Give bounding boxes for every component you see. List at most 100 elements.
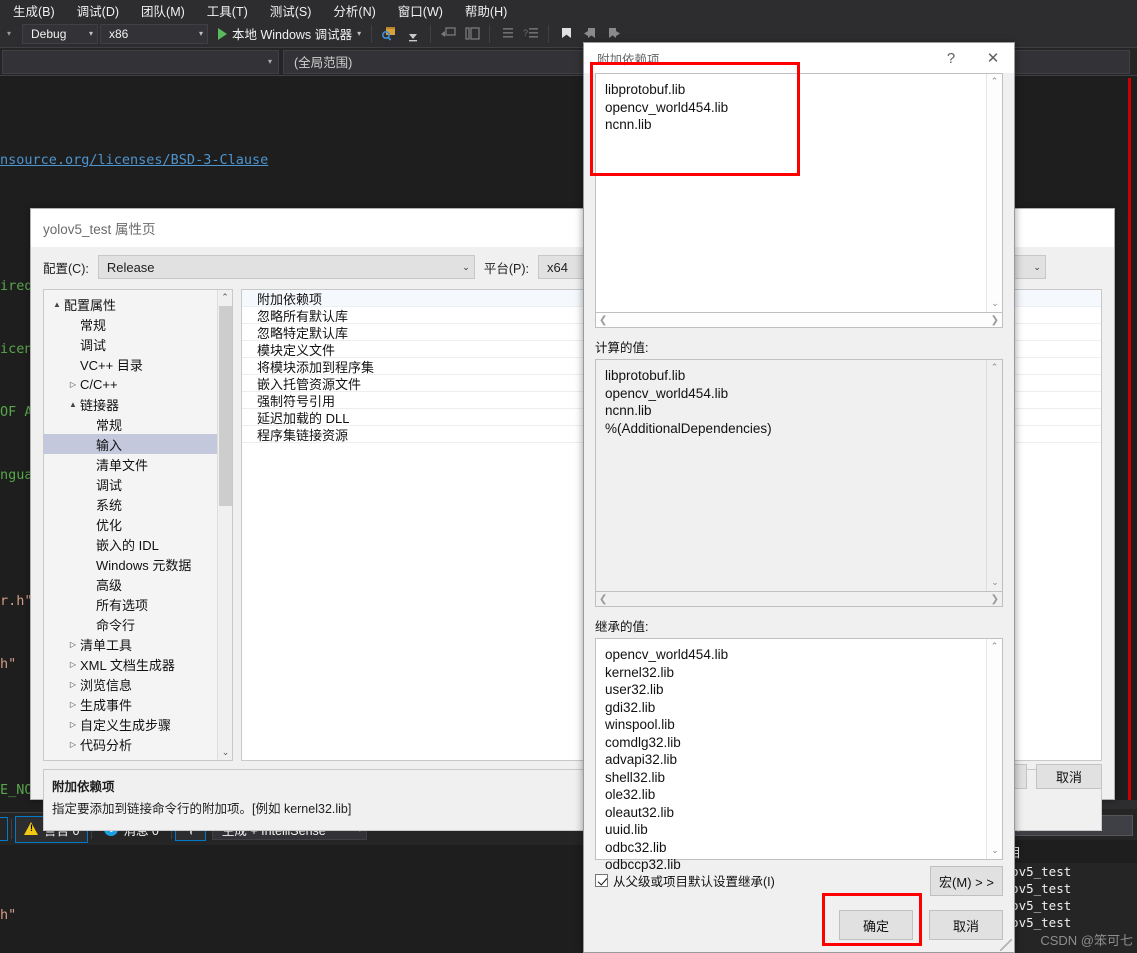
close-icon[interactable]: ✕ [972, 43, 1014, 73]
dialog-title: 附加依赖项 [597, 52, 660, 67]
toolbar-divider [548, 24, 550, 43]
menu-item-window[interactable]: 窗口(W) [387, 0, 454, 22]
chevron-right-icon[interactable]: ▷ [66, 740, 80, 749]
tree-item-label: 输入 [96, 437, 123, 453]
chevron-right-icon[interactable]: ▷ [66, 640, 80, 649]
resize-grip[interactable] [1000, 939, 1012, 951]
tree-item[interactable]: VC++ 目录 [44, 354, 232, 374]
dialog-title-bar[interactable]: 附加依赖项 ? ✕ [584, 43, 1014, 73]
menu-item-build[interactable]: 生成(B) [2, 0, 66, 22]
inherited-value-item: gdi32.lib [605, 699, 656, 715]
scroll-up-icon[interactable]: ⌃ [218, 290, 232, 305]
tree-item[interactable]: ▷ 生成事件 [44, 694, 232, 714]
tree-item[interactable]: ▷ 自定义生成步骤 [44, 714, 232, 734]
find-dropdown-icon[interactable] [402, 23, 424, 45]
bookmark-icon[interactable] [555, 23, 577, 45]
tree-item[interactable]: 高级 [44, 574, 232, 594]
warning-icon [24, 822, 39, 836]
scroll-down-icon[interactable]: ⌄ [987, 843, 1003, 859]
scroll-right-icon[interactable]: ❯ [991, 315, 999, 326]
configuration-combo[interactable]: Release ⌄ [97, 255, 475, 279]
tree-item[interactable]: Windows 元数据 [44, 554, 232, 574]
tree-scrollbar[interactable]: ⌃ ⌄ [217, 290, 232, 760]
tree-item[interactable]: 优化 [44, 514, 232, 534]
scroll-up-icon[interactable]: ⌃ [987, 74, 1002, 90]
edit-scrollbar[interactable]: ⌃ ⌄ [986, 74, 1002, 312]
tree-item[interactable]: ▷ XML 文档生成器 [44, 654, 232, 674]
navbar-type-combo[interactable]: ▾ [2, 49, 279, 74]
edit-horizontal-scrollbar[interactable]: ❮ ❯ [595, 313, 1003, 328]
tree-item-label: 常规 [80, 317, 107, 333]
step-into-icon [437, 23, 459, 45]
tree-item[interactable]: 清单文件 [44, 454, 232, 474]
tree-item-label: 清单文件 [96, 457, 149, 473]
inherited-value-item: opencv_world454.lib [605, 647, 729, 662]
chevron-right-icon[interactable]: ▷ [66, 720, 80, 729]
scroll-down-icon[interactable]: ⌄ [987, 296, 1003, 312]
solution-platform-combo[interactable]: x86 ▾ [100, 23, 208, 44]
scroll-left-icon[interactable]: ❮ [599, 315, 607, 326]
tree-item[interactable]: 系统 [44, 494, 232, 514]
menu-item-team[interactable]: 团队(M) [130, 0, 196, 22]
scroll-down-icon[interactable]: ⌄ [987, 575, 1003, 591]
tree-item[interactable]: ▲ 配置属性 [44, 294, 232, 314]
tree-item[interactable]: 嵌入的 IDL [44, 534, 232, 554]
menu-item-help[interactable]: 帮助(H) [454, 0, 518, 22]
tree-item[interactable]: 调试 [44, 334, 232, 354]
inherited-value-item: user32.lib [605, 682, 664, 697]
chevron-right-icon[interactable]: ▷ [66, 700, 80, 709]
chevron-right-icon[interactable]: ▷ [66, 380, 80, 389]
chevron-down-icon[interactable]: ▲ [66, 400, 80, 409]
menu-item-analyze[interactable]: 分析(N) [322, 0, 386, 22]
tree-item[interactable]: 调试 [44, 474, 232, 494]
evaluated-value-label: 计算的值: [595, 341, 649, 355]
chevron-down-icon[interactable]: ▾ [357, 29, 361, 38]
solution-configuration-combo[interactable]: Debug ▾ [22, 23, 98, 44]
toolbar-divider [430, 24, 432, 43]
tree-item[interactable]: 命令行 [44, 614, 232, 634]
cancel-button[interactable]: 取消 [929, 910, 1003, 940]
chevron-right-icon[interactable]: ▷ [66, 660, 80, 669]
scroll-right-icon[interactable]: ❯ [991, 594, 999, 605]
menu-item-test[interactable]: 测试(S) [259, 0, 323, 22]
property-pages-cancel-button[interactable]: 取消 [1036, 764, 1102, 789]
tree-item[interactable]: ▲ 链接器 [44, 394, 232, 414]
additional-dependencies-edit[interactable]: libprotobuf.lib opencv_world454.lib ncnn… [595, 73, 1003, 313]
menu-item-tools[interactable]: 工具(T) [196, 0, 259, 22]
chevron-down-icon: ▾ [198, 29, 203, 38]
chevron-down-icon[interactable]: ▲ [50, 300, 64, 309]
menu-item-debug[interactable]: 调试(D) [66, 0, 130, 22]
evaluated-horizontal-scrollbar[interactable]: ❮ ❯ [595, 592, 1003, 607]
errors-chip[interactable] [0, 817, 8, 841]
start-debugging-button[interactable]: 本地 Windows 调试器 ▾ [210, 23, 365, 45]
tree-item-label: 浏览信息 [80, 677, 133, 693]
additional-dependencies-edit-value: libprotobuf.lib opencv_world454.lib ncnn… [605, 82, 729, 132]
tree-item[interactable]: 常规 [44, 314, 232, 334]
tree-item[interactable]: ▷ 代码分析 [44, 734, 232, 754]
find-icon[interactable] [378, 23, 400, 45]
inherited-value-box: opencv_world454.lib kernel32.lib user32.li… [595, 638, 1003, 872]
help-icon[interactable]: ? [930, 43, 972, 73]
inherited-scrollbar[interactable]: ⌃ ⌄ [986, 639, 1002, 859]
tree-item-label: 调试 [80, 337, 107, 353]
scroll-left-icon[interactable]: ❮ [599, 594, 607, 605]
evaluated-value-box: libprotobuf.lib opencv_world454.lib ncnn… [595, 359, 1003, 592]
tree-item[interactable]: ▷ C/C++ [44, 374, 232, 394]
scroll-down-icon[interactable]: ⌄ [218, 745, 232, 760]
tree-item[interactable]: ▷ 清单工具 [44, 634, 232, 654]
tree-item[interactable]: 所有选项 [44, 594, 232, 614]
chevron-right-icon[interactable]: ▷ [66, 680, 80, 689]
evaluated-scrollbar[interactable]: ⌃ ⌄ [986, 360, 1002, 591]
dialog-body: libprotobuf.lib opencv_world454.lib ncnn… [584, 73, 1014, 890]
toolbar-overflow-chevron-icon[interactable]: ▾ [2, 24, 16, 44]
property-category-tree[interactable]: ▲ 配置属性 常规 调试 VC++ 目录 ▷ C/C++ ▲ 链接器 常规 输入 清单文件 调试 系统 优化… [43, 289, 233, 761]
scroll-up-icon[interactable]: ⌃ [987, 639, 1002, 655]
tree-item[interactable]: 输入 [44, 434, 232, 454]
scrollbar-thumb[interactable] [219, 306, 232, 506]
macros-button[interactable]: 宏(M) > > [930, 866, 1003, 896]
tree-item-label: 生成事件 [80, 697, 133, 713]
tree-item[interactable]: 常规 [44, 414, 232, 434]
scroll-up-icon[interactable]: ⌃ [987, 360, 1002, 376]
tree-item[interactable]: ▷ 浏览信息 [44, 674, 232, 694]
ok-button[interactable]: 确定 [839, 910, 913, 940]
